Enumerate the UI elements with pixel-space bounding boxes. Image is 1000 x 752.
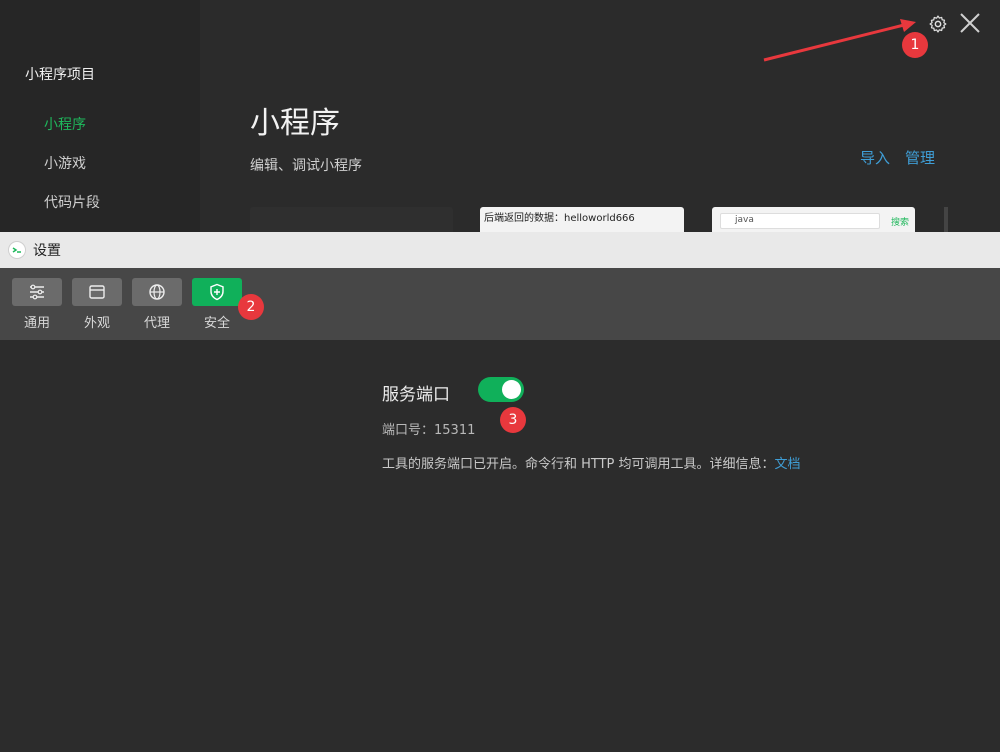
page-title: 小程序	[250, 106, 340, 141]
tab-proxy[interactable]: 代理	[132, 278, 182, 331]
app-logo-icon	[8, 241, 26, 259]
sidebar-item-minigame[interactable]: 小游戏	[44, 153, 86, 173]
globe-icon	[132, 278, 182, 306]
service-port-title: 服务端口	[382, 385, 450, 405]
tab-general-label: 通用	[23, 316, 50, 331]
manage-link[interactable]: 管理	[905, 147, 935, 168]
annotation-badge-2: 2	[238, 294, 264, 320]
project-thumbnail[interactable]: java 搜索	[712, 207, 915, 232]
sidebar-item-code-snippets[interactable]: 代码片段	[44, 192, 100, 212]
port-number: 端口号：15311	[382, 419, 475, 438]
service-port-toggle[interactable]	[478, 377, 524, 402]
docs-link[interactable]: 文档	[775, 457, 801, 472]
port-value: 15311	[434, 423, 476, 438]
tab-appearance[interactable]: 外观	[72, 278, 122, 331]
import-link[interactable]: 导入	[860, 147, 890, 168]
annotation-arrow	[763, 19, 916, 62]
thumbnail-text: 后端返回的数据：helloworld666	[484, 213, 635, 224]
page-subtitle: 编辑、调试小程序	[250, 158, 362, 174]
close-icon[interactable]	[959, 12, 981, 34]
tab-proxy-label: 代理	[143, 316, 170, 331]
gear-icon[interactable]	[928, 14, 948, 34]
settings-dialog: 设置 通用 外观 代理 安全 2 服务端口 3 端口号：15311 工具的服务端…	[0, 232, 1000, 752]
settings-toolbar: 通用 外观 代理 安全 2	[0, 268, 1000, 340]
port-label: 端口号：	[382, 423, 435, 438]
project-thumbnail[interactable]: 后端返回的数据：helloworld666	[480, 207, 684, 232]
project-thumbnail[interactable]	[250, 207, 453, 232]
dialog-titlebar: 设置	[0, 232, 1000, 268]
tab-general[interactable]: 通用	[12, 278, 62, 331]
description-text: 工具的服务端口已开启。命令行和 HTTP 均可调用工具。详细信息：	[382, 457, 775, 472]
thumbnail-search-box: java	[720, 213, 880, 229]
sidebar: 小程序项目 小程序 小游戏 代码片段	[0, 0, 200, 232]
tab-security[interactable]: 安全	[192, 278, 242, 331]
annotation-badge-3: 3	[500, 407, 526, 433]
toggle-knob	[502, 380, 521, 399]
window-icon	[72, 278, 122, 306]
sidebar-item-miniprogram[interactable]: 小程序	[44, 114, 86, 134]
service-port-description: 工具的服务端口已开启。命令行和 HTTP 均可调用工具。详细信息：文档	[382, 453, 801, 472]
tab-security-label: 安全	[203, 316, 230, 331]
shield-icon	[192, 278, 242, 306]
scrollbar[interactable]	[944, 207, 948, 232]
sidebar-title: 小程序项目	[25, 67, 95, 83]
tab-appearance-label: 外观	[83, 316, 110, 331]
thumbnail-search-button: 搜索	[890, 218, 909, 228]
sliders-icon	[12, 278, 62, 306]
thumbnail-search-value: java	[735, 215, 754, 225]
annotation-badge-1: 1	[902, 32, 928, 58]
dialog-title: 设置	[33, 243, 61, 259]
